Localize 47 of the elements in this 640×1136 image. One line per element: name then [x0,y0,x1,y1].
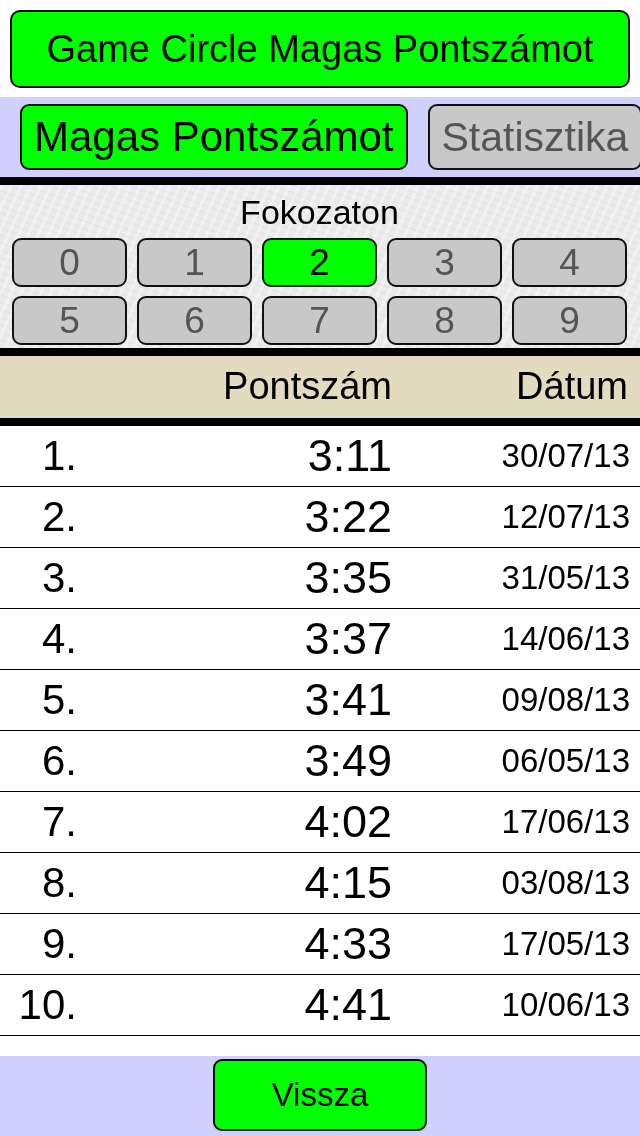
level-button[interactable]: 0 [12,238,127,287]
rank-cell: 2. [41,493,77,541]
column-header: Dátum [516,366,628,408]
tab[interactable]: Statisztika [427,104,640,170]
score-cell: 4:41 [304,980,392,1030]
level-label: Fokozaton [240,192,399,233]
score-cell: 3:49 [304,736,392,786]
date-cell: 12/07/13 [501,498,630,536]
date-cell: 09/08/13 [501,681,630,719]
level-button[interactable]: 1 [137,238,252,287]
date-cell: 17/05/13 [501,925,630,963]
level-button[interactable]: 4 [512,238,627,287]
rank-cell: 5. [41,676,77,724]
date-cell: 03/08/13 [501,864,630,902]
column-header: Pontszám [223,366,392,408]
level-button[interactable]: 7 [262,296,377,345]
title-button[interactable]: Game Circle Magas Pontszámot [10,10,630,88]
rank-cell: 7. [41,798,77,846]
rank-cell: 10. [18,981,77,1029]
rank-cell: 4. [41,615,77,663]
back-button[interactable]: Vissza [213,1059,427,1131]
date-cell: 31/05/13 [501,559,630,597]
rank-cell: 9. [41,920,77,968]
score-cell: 4:33 [304,919,392,969]
rank-cell: 3. [41,554,77,602]
score-cell: 3:11 [307,431,392,481]
date-cell: 17/06/13 [501,803,630,841]
rank-cell: 6. [41,737,77,785]
score-cell: 4:15 [304,858,392,908]
level-button[interactable]: 6 [137,296,252,345]
level-button[interactable]: 9 [512,296,627,345]
score-cell: 3:35 [304,553,392,603]
date-cell: 10/06/13 [501,986,630,1024]
level-button[interactable]: 8 [387,296,502,345]
date-cell: 14/06/13 [501,620,630,658]
rank-cell: 8. [41,859,77,907]
level-button[interactable]: 2 [262,238,377,287]
date-cell: 06/05/13 [501,742,630,780]
rank-cell: 1. [41,432,77,480]
score-cell: 3:22 [304,492,392,542]
score-cell: 3:41 [304,675,392,725]
date-cell: 30/07/13 [501,437,630,475]
tab[interactable]: Magas Pontszámot [20,104,408,170]
score-cell: 3:37 [304,614,392,664]
level-button[interactable]: 3 [387,238,502,287]
score-cell: 4:02 [304,797,392,847]
level-button[interactable]: 5 [12,296,127,345]
